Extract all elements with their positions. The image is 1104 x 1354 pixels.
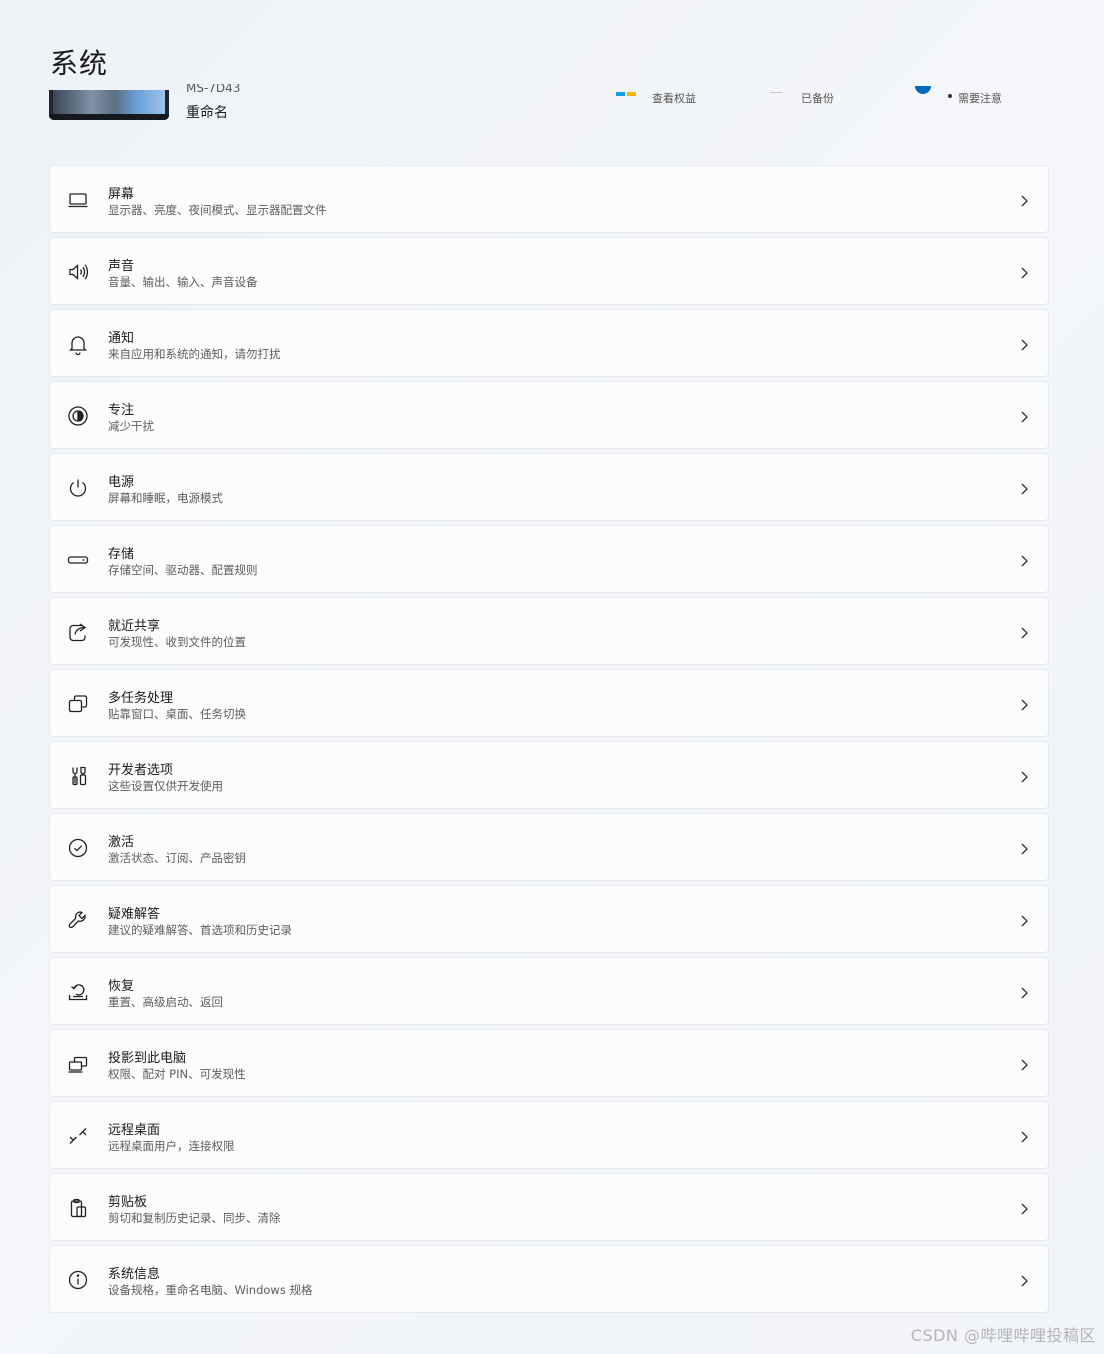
settings-item-title: 通知 [108,331,135,346]
settings-item-subtitle: 减少干扰 [108,419,154,433]
chevron-right-icon [1018,193,1030,207]
settings-item-about[interactable]: 系统信息 设备规格，重命名电脑、Windows 规格 [49,1245,1049,1313]
recovery-icon [66,980,90,1004]
settings-item-focus[interactable]: 专注 减少干扰 [49,381,1049,449]
settings-item-subtitle: 来自应用和系统的通知，请勿打扰 [108,347,281,361]
wrench-icon [66,908,90,932]
rename-link[interactable]: 重命名 [186,102,228,122]
device-model: MS-7D43 [186,84,241,95]
settings-item-sound[interactable]: 声音 音量、输出、输入、声音设备 [49,237,1049,305]
settings-item-projecting[interactable]: 投影到此电脑 权限、配对 PIN、可发现性 [49,1029,1049,1097]
windows-update-icon [914,86,932,96]
settings-item-title: 多任务处理 [108,691,174,706]
settings-item-power[interactable]: 电源 屏幕和睡眠，电源模式 [49,453,1049,521]
settings-item-subtitle: 这些设置仅供开发使用 [108,779,223,793]
chevron-right-icon [1018,265,1030,279]
developer-tools-icon [66,764,90,788]
settings-item-clipboard[interactable]: 剪贴板 剪切和复制历史记录、同步、清除 [49,1173,1049,1241]
settings-item-title: 电源 [108,475,135,490]
project-to-pc-icon [66,1052,90,1076]
settings-item-subtitle: 设备规格，重命名电脑、Windows 规格 [108,1283,313,1297]
settings-item-subtitle: 激活状态、订阅、产品密钥 [108,851,246,865]
settings-item-subtitle: 贴靠窗口、桌面、任务切换 [108,707,246,721]
settings-list: 屏幕 显示器、亮度、夜间模式、显示器配置文件 声音 音量、输出、输入、声音设备 … [49,165,1049,1317]
watermark: CSDN @哔哩哔哩投稿区 [910,1326,1096,1345]
settings-item-subtitle: 音量、输出、输入、声音设备 [108,275,258,289]
settings-item-remote-desktop[interactable]: 远程桌面 远程桌面用户，连接权限 [49,1101,1049,1169]
onedrive-icon [770,92,782,93]
settings-item-subtitle: 可发现性、收到文件的位置 [108,635,246,649]
remote-desktop-icon [66,1124,90,1148]
settings-item-subtitle: 剪切和复制历史记录、同步、清除 [108,1211,281,1225]
multitasking-icon [66,692,90,716]
chevron-right-icon [1018,1273,1030,1287]
settings-item-title: 剪贴板 [108,1195,148,1210]
settings-item-for-developers[interactable]: 开发者选项 这些设置仅供开发使用 [49,741,1049,809]
settings-item-activation[interactable]: 激活 激活状态、订阅、产品密钥 [49,813,1049,881]
check-circle-icon [66,836,90,860]
device-thumbnail [49,90,169,120]
settings-item-title: 存储 [108,547,135,562]
chevron-right-icon [1018,1129,1030,1143]
chevron-right-icon [1018,553,1030,567]
settings-item-nearby-sharing[interactable]: 就近共享 可发现性、收到文件的位置 [49,597,1049,665]
header-item-attention[interactable]: 需要注意 [958,90,1002,106]
settings-item-title: 开发者选项 [108,763,174,778]
chevron-right-icon [1018,1057,1030,1071]
focus-icon [66,404,90,428]
chevron-right-icon [1018,409,1030,423]
chevron-right-icon [1018,337,1030,351]
settings-item-title: 投影到此电脑 [108,1051,187,1066]
settings-item-subtitle: 权限、配对 PIN、可发现性 [108,1067,246,1081]
header-item-backup[interactable]: 已备份 [801,90,834,106]
info-icon [66,1268,90,1292]
chevron-right-icon [1018,841,1030,855]
settings-item-troubleshoot[interactable]: 疑难解答 建议的疑难解答、首选项和历史记录 [49,885,1049,953]
storage-icon [66,548,90,572]
settings-item-title: 恢复 [108,979,135,994]
microsoft-365-icon [616,92,636,96]
clipboard-icon [66,1196,90,1220]
settings-item-recovery[interactable]: 恢复 重置、高级启动、返回 [49,957,1049,1025]
display-icon [66,188,90,212]
settings-item-subtitle: 存储空间、驱动器、配置规则 [108,563,258,577]
chevron-right-icon [1018,481,1030,495]
settings-item-title: 系统信息 [108,1267,161,1282]
settings-item-notifications[interactable]: 通知 来自应用和系统的通知，请勿打扰 [49,309,1049,377]
settings-item-multitasking[interactable]: 多任务处理 贴靠窗口、桌面、任务切换 [49,669,1049,737]
chevron-right-icon [1018,985,1030,999]
settings-item-title: 专注 [108,403,135,418]
settings-item-title: 远程桌面 [108,1123,161,1138]
chevron-right-icon [1018,913,1030,927]
chevron-right-icon [1018,769,1030,783]
power-icon [66,476,90,500]
chevron-right-icon [1018,697,1030,711]
speaker-icon [66,260,90,284]
settings-item-title: 屏幕 [108,187,135,202]
settings-item-subtitle: 建议的疑难解答、首选项和历史记录 [108,923,292,937]
settings-item-title: 就近共享 [108,619,161,634]
settings-item-subtitle: 屏幕和睡眠，电源模式 [108,491,223,505]
settings-item-subtitle: 远程桌面用户，连接权限 [108,1139,235,1153]
settings-item-storage[interactable]: 存储 存储空间、驱动器、配置规则 [49,525,1049,593]
attention-dot [948,94,952,98]
chevron-right-icon [1018,1201,1030,1215]
chevron-right-icon [1018,625,1030,639]
settings-item-subtitle: 重置、高级启动、返回 [108,995,223,1009]
header-item-benefits[interactable]: 查看权益 [652,90,696,106]
settings-item-display[interactable]: 屏幕 显示器、亮度、夜间模式、显示器配置文件 [49,165,1049,233]
page-title: 系统 [50,47,109,80]
settings-item-title: 激活 [108,835,135,850]
settings-item-subtitle: 显示器、亮度、夜间模式、显示器配置文件 [108,203,327,217]
settings-item-title: 疑难解答 [108,907,161,922]
nearby-share-icon [66,620,90,644]
bell-icon [66,332,90,356]
settings-item-title: 声音 [108,259,135,274]
